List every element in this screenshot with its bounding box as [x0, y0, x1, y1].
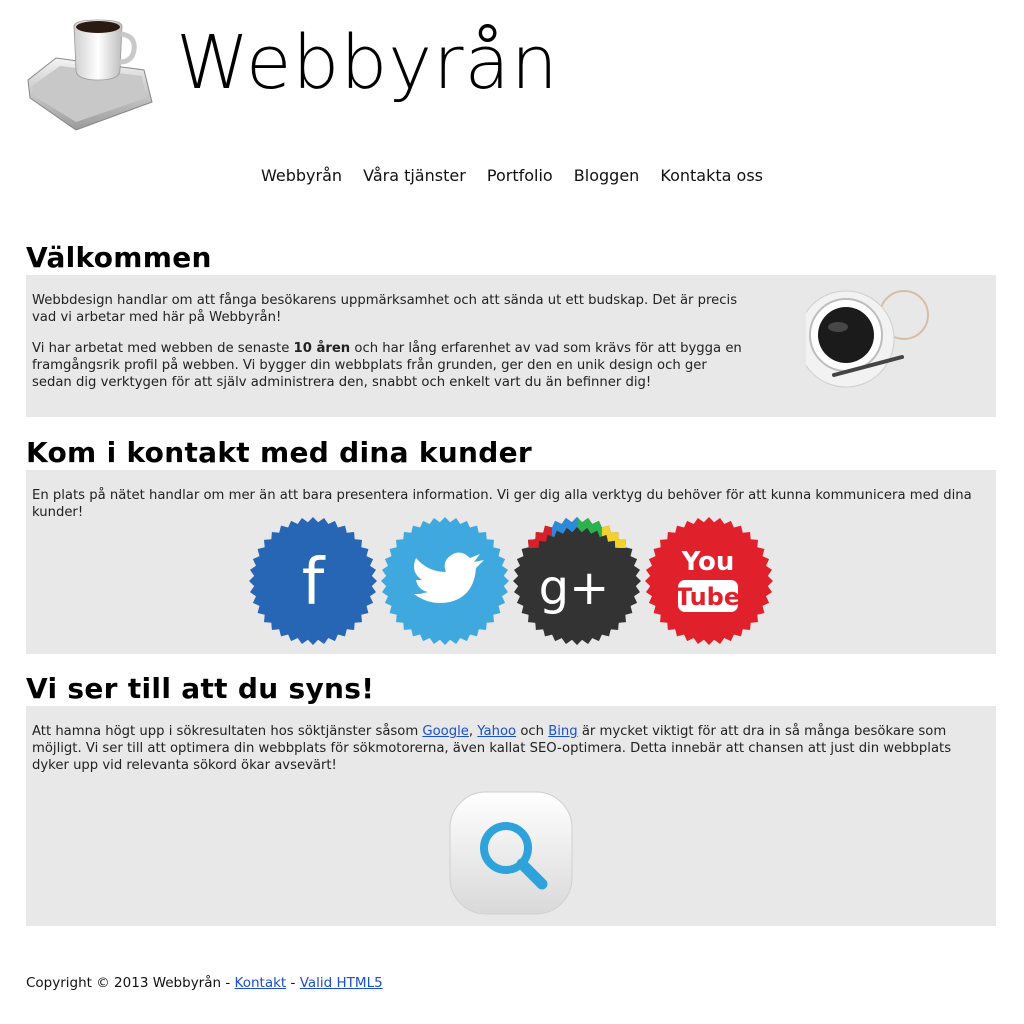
copyright-text: Copyright © 2013 Webbyrån — [26, 975, 222, 991]
googleplus-icon[interactable]: g+ — [512, 516, 642, 646]
section-title-syns: Vi ser till att du syns! — [26, 672, 375, 705]
contact-text: En plats på nätet handlar om mer än att … — [32, 488, 972, 520]
footer-contact-link[interactable]: Kontakt — [235, 975, 287, 991]
nav-item-kontakta[interactable]: Kontakta oss — [660, 166, 763, 185]
google-link[interactable]: Google — [422, 724, 469, 739]
footer: Copyright © 2013 Webbyrån - Kontakt - Va… — [26, 975, 383, 991]
main-nav: Webbyrån Våra tjänster Portfolio Bloggen… — [0, 166, 1024, 185]
seo-text-part: och — [516, 724, 549, 739]
nav-item-webbyran[interactable]: Webbyrån — [261, 166, 342, 185]
googleplus-label: g+ — [539, 560, 610, 616]
seo-text: Att hamna högt upp i sökresultaten hos s… — [32, 714, 990, 774]
welcome-text: Vi har arbetat med webben de senaste — [32, 341, 294, 356]
youtube-label-bottom: Tube — [676, 583, 740, 611]
welcome-paragraph-1: Webbdesign handlar om att fånga besökare… — [32, 293, 738, 325]
welcome-paragraph-2: Vi har arbetat med webben de senaste 10 … — [32, 340, 742, 391]
youtube-icon[interactable]: You Tube — [644, 516, 774, 646]
footer-separator: - — [286, 975, 300, 991]
footer-valid-html-link[interactable]: Valid HTML5 — [300, 975, 383, 991]
youtube-label-top: You — [681, 547, 735, 577]
nav-item-bloggen[interactable]: Bloggen — [574, 166, 640, 185]
section-title-kontakt: Kom i kontakt med dina kunder — [26, 436, 532, 469]
nav-item-portfolio[interactable]: Portfolio — [487, 166, 553, 185]
social-icons: f g+ You Tube — [248, 516, 778, 646]
footer-separator: - — [221, 975, 235, 991]
seo-panel: Att hamna högt upp i sökresultaten hos s… — [26, 706, 996, 926]
coffee-cup-icon — [806, 290, 929, 388]
facebook-label: f — [302, 546, 326, 620]
yahoo-link[interactable]: Yahoo — [477, 724, 516, 739]
years-highlight: 10 åren — [293, 341, 351, 356]
site-logo[interactable]: Webbyrån — [26, 12, 558, 132]
section-title-valkommen: Välkommen — [26, 241, 212, 274]
coffee-folder-icon — [27, 19, 153, 131]
facebook-icon[interactable]: f — [248, 516, 378, 646]
logo-text: Webbyrån — [176, 20, 559, 106]
welcome-panel: Webbdesign handlar om att fånga besökare… — [26, 275, 996, 417]
nav-item-tjanster[interactable]: Våra tjänster — [363, 166, 466, 185]
seo-text-part: Att hamna högt upp i sökresultaten hos s… — [32, 724, 423, 739]
twitter-icon[interactable] — [380, 516, 510, 646]
bing-link[interactable]: Bing — [548, 724, 577, 739]
search-icon — [449, 791, 573, 915]
contact-panel: En plats på nätet handlar om mer än att … — [26, 470, 996, 654]
